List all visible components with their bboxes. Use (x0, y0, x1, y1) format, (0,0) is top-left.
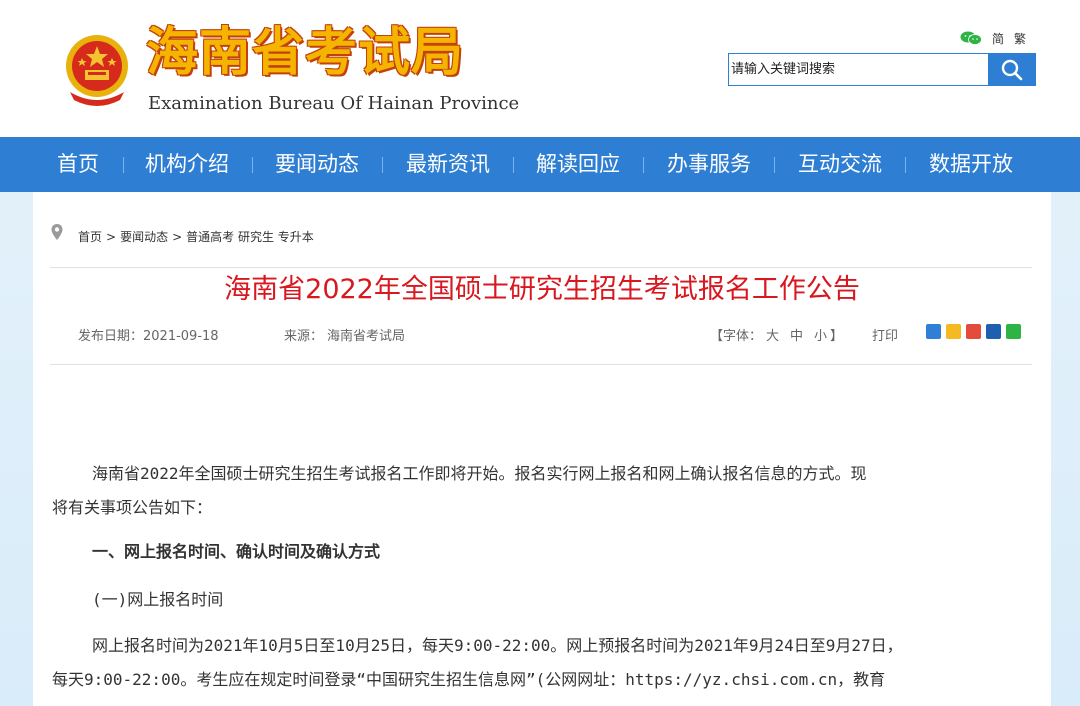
main-nav: 首页 机构介绍 要闻动态 最新资讯 解读回应 办事服务 互动交流 数据开放 (0, 137, 1080, 192)
breadcrumb-news[interactable]: 要闻动态 (120, 228, 168, 245)
share-qzone-icon[interactable] (946, 324, 961, 339)
nav-item-interaction[interactable]: 互动交流 (798, 137, 882, 192)
share-more-icon[interactable] (926, 324, 941, 339)
search-box (728, 53, 1036, 86)
article-body: 海南省2022年全国硕士研究生招生考试报名工作即将开始。报名实行网上报名和网上确… (52, 457, 1032, 697)
nav-divider (774, 157, 775, 173)
search-icon (1001, 59, 1022, 80)
breadcrumb: 首页 > 要闻动态 > 普通高考 研究生 专升本 (50, 223, 314, 245)
share-wechat-icon[interactable] (1006, 324, 1021, 339)
divider (50, 267, 1032, 268)
paragraph: 将有关事项公告如下： (52, 498, 213, 517)
font-medium-button[interactable]: 中 (790, 325, 803, 344)
share-renren-icon[interactable] (986, 324, 1001, 339)
breadcrumb-separator: > (172, 229, 183, 244)
site-subtitle: Examination Bureau Of Hainan Province (148, 93, 520, 114)
nav-divider (513, 157, 514, 173)
nav-item-about[interactable]: 机构介绍 (145, 137, 229, 192)
divider (50, 364, 1032, 365)
nav-divider (123, 157, 124, 173)
article-panel: 首页 > 要闻动态 > 普通高考 研究生 专升本 海南省2022年全国硕士研究生… (33, 192, 1051, 706)
print-button[interactable]: 打印 (872, 325, 898, 344)
section-heading: 一、网上报名时间、确认时间及确认方式 (92, 542, 381, 561)
site-title: 海南省考试局 (146, 22, 465, 83)
wechat-icon[interactable] (960, 31, 982, 45)
paragraph: 网上报名时间为2021年10月5日至10月25日，每天9:00-22:00。网上… (92, 636, 903, 655)
nav-divider (252, 157, 253, 173)
nav-divider (643, 157, 644, 173)
search-button[interactable] (988, 54, 1035, 85)
font-small-button[interactable]: 小 (814, 325, 827, 344)
share-weibo-icon[interactable] (966, 324, 981, 339)
site-header: 海南省考试局 Examination Bureau Of Hainan Prov… (0, 0, 1080, 137)
font-large-button[interactable]: 大 (766, 325, 779, 344)
location-pin-icon (51, 223, 63, 240)
search-input[interactable] (729, 54, 988, 85)
paragraph: 每天9:00-22:00。考生应在规定时间登录“中国研究生招生信息网”(公网网址… (52, 670, 886, 689)
nav-divider (905, 157, 906, 173)
traditional-chinese-link[interactable]: 繁 (1014, 30, 1026, 47)
nav-divider (382, 157, 383, 173)
paragraph: 海南省2022年全国硕士研究生招生考试报名工作即将开始。报名实行网上报名和网上确… (92, 464, 867, 483)
breadcrumb-separator: > (106, 229, 117, 244)
font-size-label: 【字体： (710, 329, 763, 344)
subsection-heading: (一)网上报名时间 (92, 590, 224, 609)
article-title: 海南省2022年全国硕士研究生招生考试报名工作公告 (224, 274, 860, 305)
nav-item-services[interactable]: 办事服务 (667, 137, 751, 192)
nav-item-news[interactable]: 要闻动态 (275, 137, 359, 192)
breadcrumb-category[interactable]: 普通高考 研究生 专升本 (186, 228, 314, 245)
nav-item-interpretation[interactable]: 解读回应 (536, 137, 620, 192)
nav-item-home[interactable]: 首页 (57, 137, 99, 192)
national-emblem-icon (66, 35, 128, 106)
nav-item-open-data[interactable]: 数据开放 (929, 137, 1013, 192)
nav-item-latest[interactable]: 最新资讯 (406, 137, 490, 192)
share-bar (926, 324, 1021, 339)
font-size-close: 】 (830, 329, 844, 344)
simplified-chinese-link[interactable]: 简 (992, 30, 1004, 47)
publish-date: 发布日期：2021-09-18 (78, 329, 219, 344)
source-value: 海南省考试局 (327, 329, 406, 344)
source-label: 来源： (284, 329, 324, 344)
language-bar: 简 繁 (960, 30, 1026, 46)
breadcrumb-home[interactable]: 首页 (78, 228, 102, 245)
